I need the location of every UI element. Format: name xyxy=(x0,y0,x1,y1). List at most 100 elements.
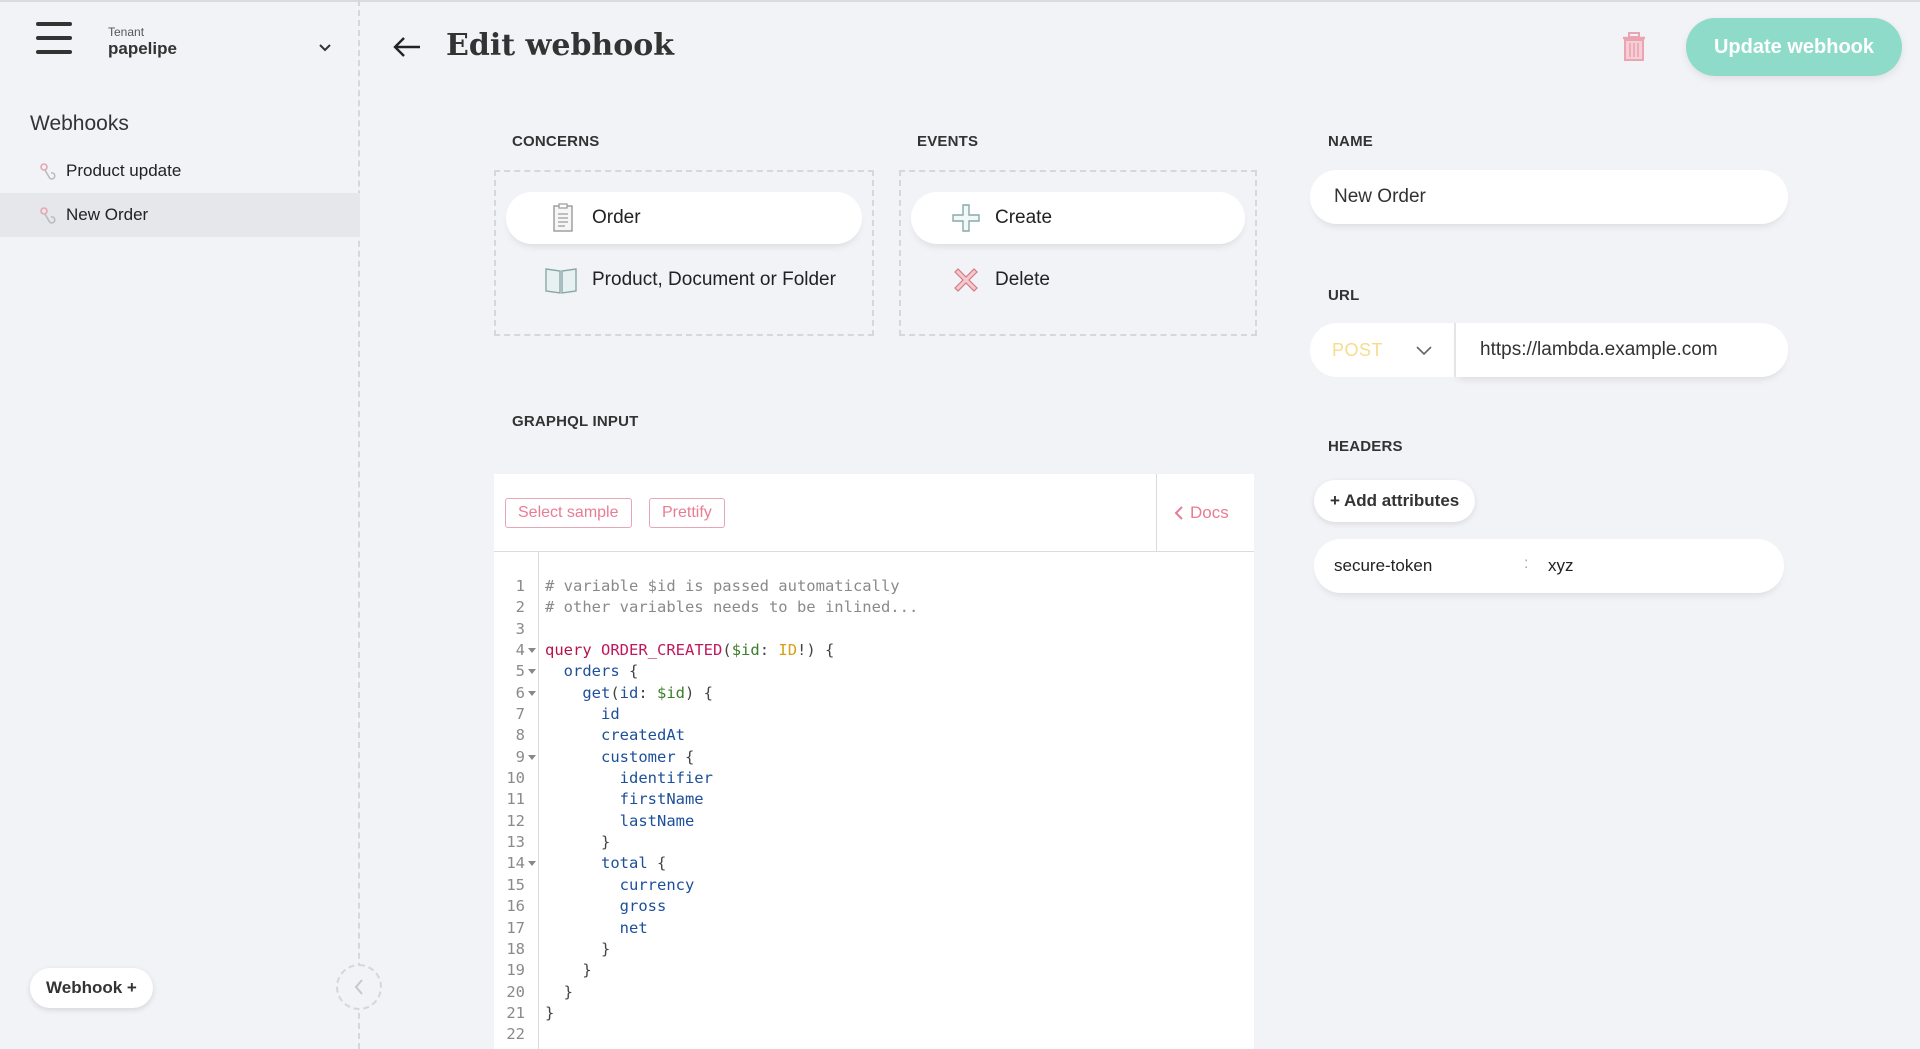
code-text: gross xyxy=(545,896,667,917)
tenant-label: Tenant xyxy=(108,25,145,39)
code-text: # other variables needs to be inlined... xyxy=(545,597,918,618)
add-webhook-button[interactable]: Webhook + xyxy=(30,968,153,1008)
code-token: { xyxy=(619,662,639,681)
code-line: 10 identifier xyxy=(494,768,1254,789)
code-token: # variable $id is passed automatically xyxy=(545,577,900,595)
code-text: orders { xyxy=(545,661,639,682)
webhook-icon xyxy=(40,207,56,224)
add-attributes-button[interactable]: + Add attributes xyxy=(1314,480,1476,522)
prettify-button[interactable]: Prettify xyxy=(649,498,725,528)
concern-option-order[interactable]: Order xyxy=(506,192,862,244)
code-token: } xyxy=(545,833,611,852)
line-number: 15 xyxy=(506,875,525,894)
fold-arrow-icon[interactable] xyxy=(528,648,536,654)
code-line: 16 gross xyxy=(494,896,1254,917)
update-webhook-button[interactable]: Update webhook xyxy=(1686,18,1902,76)
clipboard-icon xyxy=(553,203,573,232)
chevron-down-icon xyxy=(1416,346,1432,356)
code-line: 14 total { xyxy=(494,853,1254,874)
event-option-create[interactable]: Create xyxy=(911,192,1245,244)
fold-arrow-icon[interactable] xyxy=(528,669,536,675)
code-token: $id xyxy=(731,641,760,660)
code-text: } xyxy=(545,960,592,981)
name-input[interactable]: New Order xyxy=(1310,170,1788,224)
code-token: } xyxy=(545,961,592,980)
code-token: ) { xyxy=(685,683,714,702)
code-text: total { xyxy=(545,853,666,874)
line-number: 14 xyxy=(506,854,525,873)
code-line: 2 # other variables needs to be inlined..… xyxy=(494,597,1254,618)
trash-icon[interactable] xyxy=(1620,32,1648,62)
code-token: ( xyxy=(610,683,620,702)
line-number: 11 xyxy=(506,790,525,809)
code-line: 9 customer { xyxy=(494,747,1254,768)
fold-arrow-icon[interactable] xyxy=(528,754,536,760)
url-input[interactable]: https://lambda.example.com xyxy=(1454,323,1788,377)
line-number: 1 xyxy=(515,577,525,595)
code-token: gross xyxy=(619,897,667,916)
code-text: } xyxy=(545,1003,554,1024)
code-line: 15 currency xyxy=(494,875,1254,896)
code-token: orders xyxy=(563,662,620,681)
line-number: 20 xyxy=(506,982,525,1001)
code-token: } xyxy=(545,982,573,1001)
webhooks-section-title: Webhooks xyxy=(30,112,129,135)
code-line: 3 xyxy=(494,619,1254,640)
line-number: 6 xyxy=(515,683,525,702)
code-editor-text[interactable]: 1 # variable $id is passed automatically 2… xyxy=(494,576,1254,1046)
sidebar-item-new-order[interactable]: New Order xyxy=(0,193,360,237)
code-token: firstName xyxy=(619,790,704,809)
code-token: currency xyxy=(619,875,695,894)
collapse-sidebar-button[interactable] xyxy=(336,964,382,1010)
menu-icon[interactable] xyxy=(36,22,72,56)
page-title: Edit webhook xyxy=(446,28,675,63)
event-option-delete[interactable]: Delete xyxy=(911,254,1245,306)
sidebar-item-product-update[interactable]: Product update xyxy=(0,149,360,193)
chevron-down-icon[interactable] xyxy=(316,38,334,56)
code-token: get xyxy=(582,683,611,702)
code-line: 4 query ORDER_CREATED($id: ID!) { xyxy=(494,640,1254,661)
header-value-input[interactable]: xyz xyxy=(1548,556,1574,576)
docs-button[interactable]: Docs xyxy=(1174,498,1229,528)
header-key-input[interactable]: secure-token xyxy=(1334,556,1432,576)
line-number: 8 xyxy=(515,726,525,745)
toolbar-divider xyxy=(1156,474,1157,552)
sidebar: Tenant papelipe Webhooks Product update … xyxy=(0,0,360,1049)
fold-arrow-icon[interactable] xyxy=(528,861,536,867)
concern-option-product-document-folder[interactable]: Product, Document or Folder xyxy=(506,254,862,306)
header-separator: : xyxy=(1524,555,1529,572)
http-method-value: POST xyxy=(1332,339,1384,360)
code-token: lastName xyxy=(619,811,695,830)
code-text: customer { xyxy=(545,747,694,768)
concerns-label: CONCERNS xyxy=(512,133,600,150)
code-token: ID xyxy=(778,641,798,660)
graphql-toolbar: Select sample Prettify Docs xyxy=(494,474,1254,552)
concern-option-label: Product, Document or Folder xyxy=(592,269,836,290)
code-token: query xyxy=(545,641,592,660)
url-label: URL xyxy=(1328,287,1360,304)
http-method-select[interactable]: POST xyxy=(1310,323,1454,377)
back-arrow-icon[interactable] xyxy=(392,34,422,60)
fold-arrow-icon[interactable] xyxy=(528,690,536,696)
chevron-left-icon xyxy=(354,979,363,995)
code-token: { xyxy=(675,747,695,766)
line-number: 10 xyxy=(506,769,525,788)
code-line: 1 # variable $id is passed automatically xyxy=(494,576,1254,597)
code-text: firstName xyxy=(545,789,704,810)
events-label: EVENTS xyxy=(917,133,979,150)
x-icon xyxy=(954,268,978,292)
docs-label: Docs xyxy=(1190,503,1229,522)
concern-option-label: Order xyxy=(592,207,641,228)
select-sample-button[interactable]: Select sample xyxy=(505,498,632,528)
code-token: identifier xyxy=(619,769,713,788)
tenant-name[interactable]: papelipe xyxy=(108,39,177,59)
line-number: 19 xyxy=(506,961,525,980)
line-number: 4 xyxy=(515,641,525,660)
code-token: net xyxy=(619,918,648,937)
